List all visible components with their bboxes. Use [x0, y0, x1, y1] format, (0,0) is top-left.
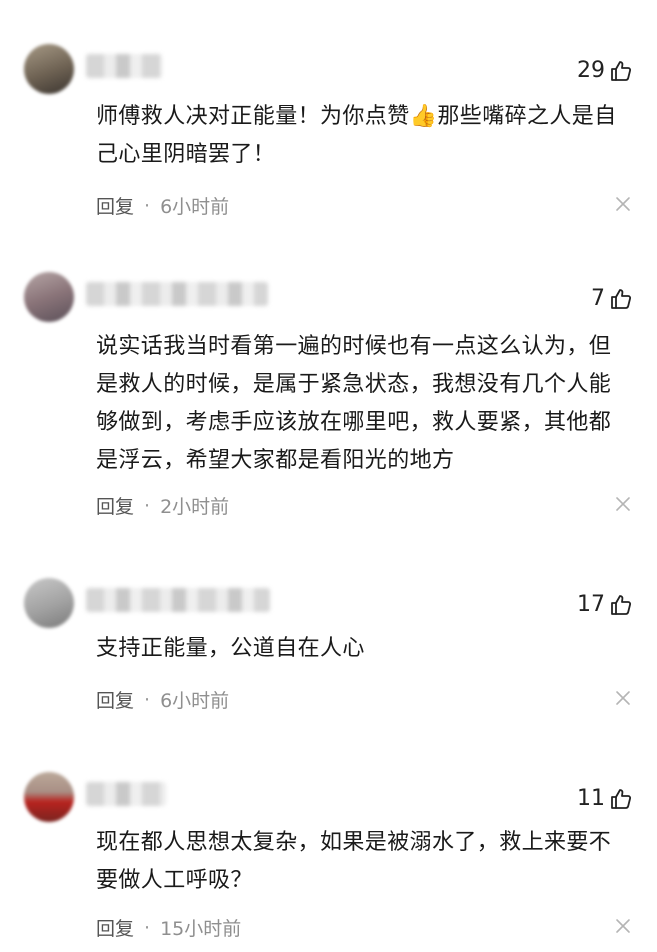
reply-button[interactable]: 回复 — [96, 192, 134, 219]
reply-button[interactable]: 回复 — [96, 914, 134, 941]
comment-item: 29 师傅救人决对正能量！为你点赞👍那些嘴碎之人是自己心里阴暗罢了！ 回复 · … — [0, 44, 657, 234]
thumbs-up-icon — [611, 594, 632, 615]
like-count: 7 — [591, 286, 605, 311]
thumbs-up-icon — [611, 288, 632, 309]
meta-separator: · — [144, 688, 151, 711]
reply-button[interactable]: 回复 — [96, 686, 134, 713]
comment-meta: 回复 · 6小时前 — [96, 192, 229, 219]
comment-meta: 回复 · 6小时前 — [96, 686, 229, 713]
close-icon[interactable] — [615, 196, 631, 212]
close-icon[interactable] — [615, 918, 631, 934]
avatar[interactable] — [24, 272, 74, 322]
like-count: 29 — [577, 58, 605, 83]
thumbs-up-icon — [611, 788, 632, 809]
like-button[interactable]: 7 — [591, 286, 633, 311]
username-blurred[interactable] — [86, 782, 166, 806]
comment-text: 现在都人思想太复杂，如果是被溺水了，救上来要不要做人工呼吸？ — [96, 830, 612, 893]
comment-text: 支持正能量，公道自在人心 — [96, 636, 365, 661]
close-icon[interactable] — [615, 496, 631, 512]
comment-text: 师傅救人决对正能量！为你点赞👍那些嘴碎之人是自己心里阴暗罢了！ — [96, 104, 617, 167]
comment-meta: 回复 · 15小时前 — [96, 914, 241, 941]
meta-separator: · — [144, 916, 151, 939]
comment-time: 6小时前 — [160, 196, 230, 218]
like-count: 11 — [577, 786, 605, 811]
avatar[interactable] — [24, 578, 74, 628]
like-button[interactable]: 17 — [577, 592, 633, 617]
username-blurred[interactable] — [86, 588, 270, 612]
meta-separator: · — [144, 194, 151, 217]
username-blurred[interactable] — [86, 282, 268, 306]
like-count: 17 — [577, 592, 605, 617]
meta-separator: · — [144, 494, 151, 517]
comment-text: 说实话我当时看第一遍的时候也有一点这么认为，但是救人的时候，是属于紧急状态，我想… — [96, 334, 612, 473]
username-blurred[interactable] — [86, 54, 162, 78]
thumbs-up-icon — [611, 60, 632, 81]
comment-time: 2小时前 — [160, 496, 230, 518]
comment-meta: 回复 · 2小时前 — [96, 492, 229, 519]
comment-time: 15小时前 — [160, 918, 242, 940]
like-button[interactable]: 11 — [577, 786, 633, 811]
like-button[interactable]: 29 — [577, 58, 633, 83]
avatar[interactable] — [24, 772, 74, 822]
close-icon[interactable] — [615, 690, 631, 706]
comment-time: 6小时前 — [160, 690, 230, 712]
comment-item: 17 支持正能量，公道自在人心 回复 · 6小时前 — [0, 578, 657, 718]
avatar[interactable] — [24, 44, 74, 94]
comment-item: 7 说实话我当时看第一遍的时候也有一点这么认为，但是救人的时候，是属于紧急状态，… — [0, 272, 657, 522]
reply-button[interactable]: 回复 — [96, 492, 134, 519]
comment-item: 11 现在都人思想太复杂，如果是被溺水了，救上来要不要做人工呼吸？ 回复 · 1… — [0, 772, 657, 950]
